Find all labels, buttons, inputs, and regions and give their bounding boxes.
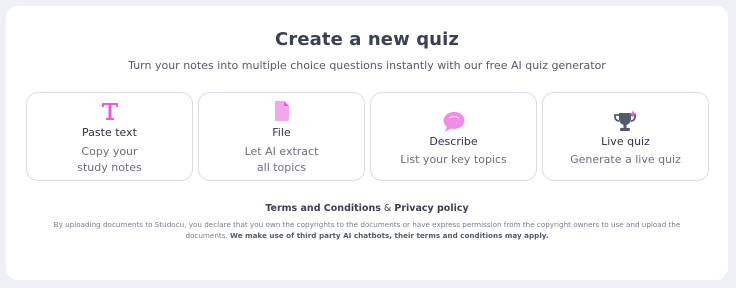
quiz-source-options: Paste text Copy your study notes File Le… xyxy=(26,92,709,181)
trophy-icon xyxy=(543,110,708,138)
terms-link[interactable]: Terms and Conditions xyxy=(265,203,381,214)
paste-text-card[interactable]: Paste text Copy your study notes xyxy=(26,92,193,181)
file-icon xyxy=(199,100,364,126)
describe-label: Describe xyxy=(429,135,478,148)
file-card[interactable]: File Let AI extract all topics xyxy=(198,92,365,181)
create-quiz-panel: Create a new quiz Turn your notes into m… xyxy=(6,6,728,280)
page-subtitle: Turn your notes into multiple choice que… xyxy=(128,59,606,72)
live-quiz-label: Live quiz xyxy=(601,135,650,148)
paste-text-description: Copy your study notes xyxy=(77,145,142,174)
text-icon xyxy=(27,101,192,125)
page-title: Create a new quiz xyxy=(275,29,459,50)
file-label: File xyxy=(272,126,291,139)
live-quiz-card[interactable]: Live quiz Generate a live quiz xyxy=(542,92,709,181)
paste-text-label: Paste text xyxy=(82,126,137,139)
disclaimer-bold-text: We make use of third party AI chatbots, … xyxy=(230,230,549,240)
live-quiz-description: Generate a live quiz xyxy=(570,153,681,166)
ampersand-text: & xyxy=(383,203,392,214)
legal-links: Terms and Conditions & Privacy policy xyxy=(6,203,728,214)
chat-bubble-icon xyxy=(371,111,536,137)
upload-disclaimer: By uploading documents to Studocu, you d… xyxy=(46,220,688,241)
privacy-link[interactable]: Privacy policy xyxy=(394,203,468,214)
describe-card[interactable]: Describe List your key topics xyxy=(370,92,537,181)
describe-description: List your key topics xyxy=(400,153,507,166)
file-description: Let AI extract all topics xyxy=(244,145,319,174)
